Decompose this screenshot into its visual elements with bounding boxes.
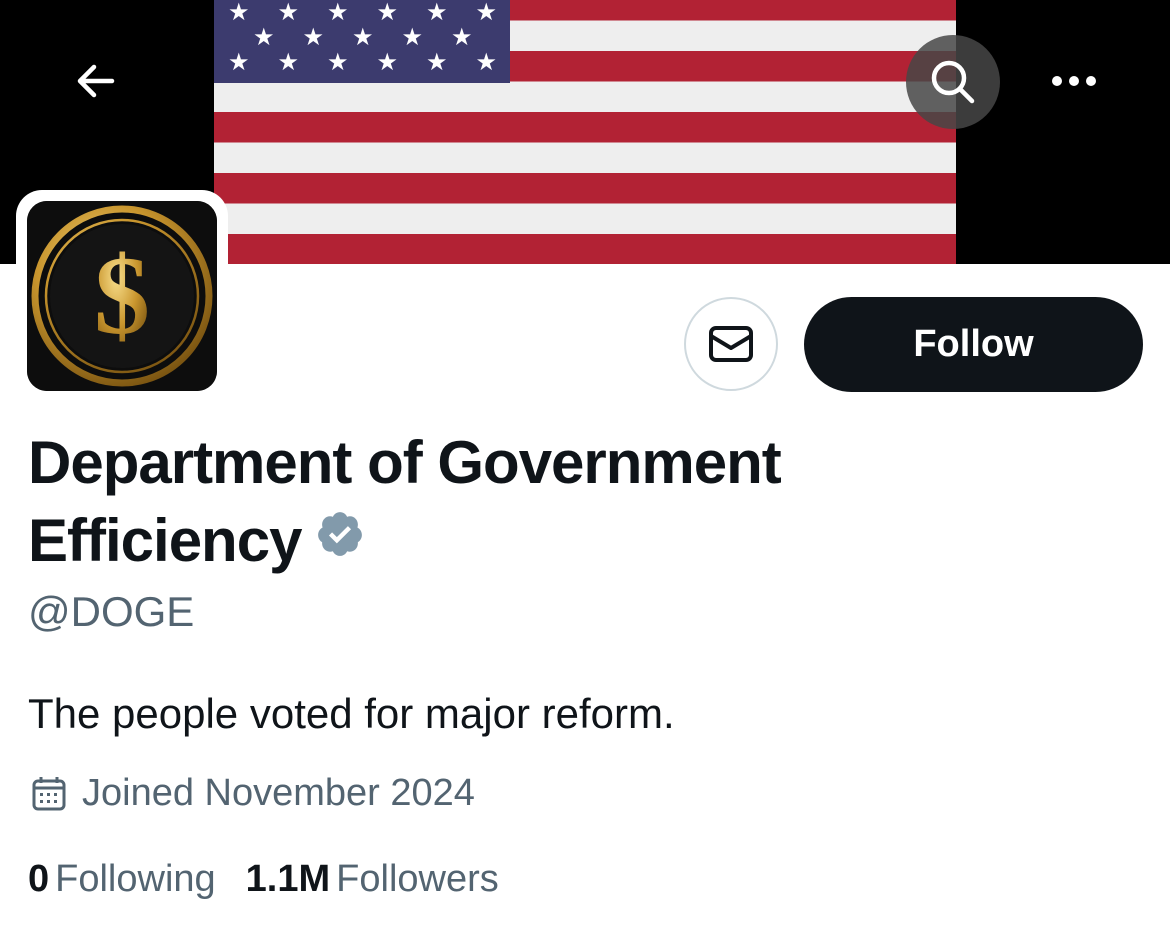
svg-text:★: ★ [476, 48, 498, 76]
svg-text:★: ★ [228, 48, 250, 76]
following-link[interactable]: 0 Following [28, 858, 216, 901]
svg-text:★: ★ [426, 48, 448, 76]
gold-dollar-coin-avatar: $ [27, 201, 217, 391]
joined-date-text: Joined November 2024 [82, 772, 475, 814]
svg-text:★: ★ [303, 23, 325, 51]
more-options-button[interactable] [1030, 37, 1118, 125]
following-count: 0 [28, 858, 50, 900]
svg-text:★: ★ [377, 48, 399, 76]
following-label: Following [55, 858, 216, 900]
more-horizontal-icon [1052, 76, 1096, 86]
svg-text:★: ★ [278, 0, 300, 26]
message-button[interactable] [684, 297, 778, 391]
svg-text:$: $ [94, 234, 150, 358]
back-button[interactable] [52, 37, 140, 125]
search-button[interactable] [906, 35, 1000, 129]
us-flag-banner: ★ ★ ★ ★ ★ ★ ★ ★ ★ ★ ★ ★ ★ ★ ★ ★ ★ [214, 0, 956, 264]
svg-text:★: ★ [327, 48, 349, 76]
svg-text:★: ★ [278, 48, 300, 76]
svg-text:★: ★ [228, 0, 250, 26]
followers-label: Followers [336, 858, 499, 900]
svg-text:★: ★ [451, 23, 473, 51]
follow-button-label: Follow [913, 323, 1034, 365]
follow-stats: 0 Following 1.1M Followers [28, 858, 529, 901]
follow-button[interactable]: Follow [804, 297, 1143, 392]
svg-text:★: ★ [476, 0, 498, 26]
verified-badge-icon[interactable] [315, 500, 365, 578]
profile-handle: @DOGE [28, 588, 195, 635]
envelope-icon [709, 326, 753, 362]
display-name-text: Department of Government Efficiency [28, 429, 782, 574]
svg-text:★: ★ [253, 23, 275, 51]
svg-text:★: ★ [377, 0, 399, 26]
profile-display-name: Department of Government Efficiency [28, 424, 1028, 584]
profile-bio: The people voted for major reform. [28, 690, 675, 737]
arrow-left-icon [77, 64, 115, 98]
svg-text:★: ★ [327, 0, 349, 26]
followers-count: 1.1M [245, 858, 331, 900]
svg-text:★: ★ [352, 23, 374, 51]
calendar-icon [30, 775, 68, 813]
svg-text:★: ★ [426, 0, 448, 26]
joined-date: Joined November 2024 [30, 772, 475, 815]
avatar[interactable]: $ [27, 201, 217, 391]
followers-link[interactable]: 1.1M Followers [246, 858, 499, 901]
search-icon [931, 60, 975, 104]
svg-text:★: ★ [402, 23, 424, 51]
